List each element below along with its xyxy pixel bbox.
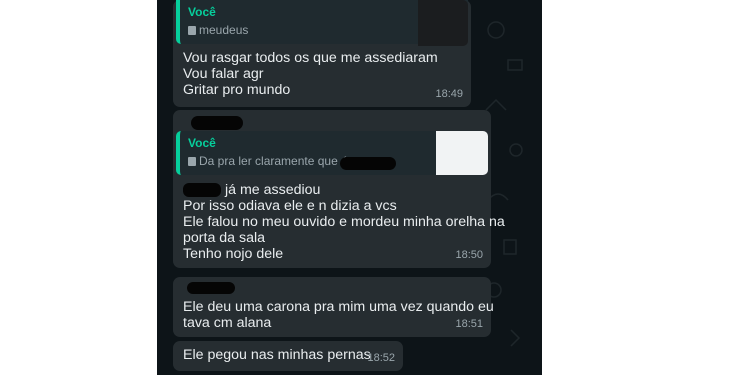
message-time: 18:52: [367, 352, 395, 364]
message-time: 18:49: [435, 88, 463, 100]
image-icon: [188, 26, 196, 35]
redacted-name: [340, 157, 396, 170]
quote-snippet: Da pra ler claramente que é o: [199, 154, 358, 168]
message-bubble[interactable]: Você meudeus Vou rasgar todos os que me …: [173, 0, 471, 107]
message-line: já me assediou: [183, 182, 481, 198]
message-line: Vou rasgar todos os que me assediaram: [183, 50, 438, 66]
message-bubble[interactable]: Você Da pra ler claramente que é o já me…: [173, 110, 505, 268]
image-icon: [188, 157, 196, 166]
quoted-message[interactable]: Você Da pra ler claramente que é o: [176, 131, 488, 175]
message-bubble[interactable]: Ele pegou nas minhas pernas 18:52: [173, 341, 403, 371]
message-line: Gritar pro mundo: [183, 82, 291, 98]
quoted-message[interactable]: Você meudeus: [176, 0, 468, 46]
message-line: porta da sala: [183, 230, 266, 246]
redacted-name: [183, 183, 221, 197]
message-line: Por isso odiava ele e n dizia a vcs: [183, 198, 397, 214]
redacted-sender: [187, 282, 235, 294]
message-time: 18:51: [455, 318, 483, 330]
message-line: Ele pegou nas minhas pernas: [183, 347, 371, 363]
redacted-sender: [191, 116, 243, 130]
message-time: 18:50: [455, 249, 483, 261]
message-line: tava cm alana: [183, 315, 272, 331]
chat-window: Você meudeus Vou rasgar todos os que me …: [157, 0, 542, 375]
quote-snippet: meudeus: [199, 23, 249, 37]
quote-thumbnail: [418, 0, 468, 46]
message-bubble[interactable]: Ele deu uma carona pra mim uma vez quand…: [173, 277, 494, 337]
message-line: Ele falou no meu ouvido e mordeu minha o…: [183, 214, 505, 230]
quote-thumbnail: [436, 131, 488, 175]
message-line: Ele deu uma carona pra mim uma vez quand…: [183, 299, 494, 315]
message-line: Vou falar agr: [183, 66, 264, 82]
message-line: Tenho nojo dele: [183, 246, 284, 262]
